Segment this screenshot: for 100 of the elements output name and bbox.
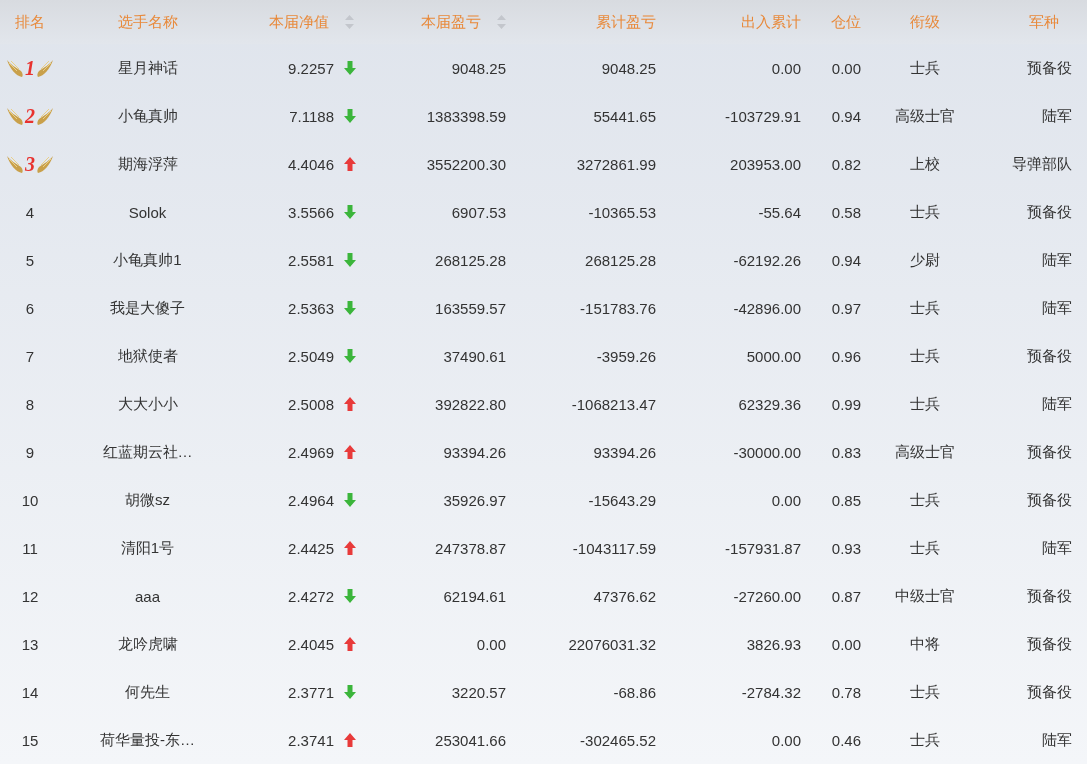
season-profit: 253041.66 <box>435 731 506 749</box>
service-branch: 陆军 <box>1042 298 1072 318</box>
sort-icon[interactable] <box>345 15 354 29</box>
rank-title: 士兵 <box>910 730 940 750</box>
total-profit: -1068213.47 <box>571 395 656 413</box>
position-ratio: 0.96 <box>831 347 861 365</box>
net-flow: 62329.36 <box>738 395 801 413</box>
total-profit: -10365.53 <box>588 203 656 221</box>
net-flow: 203953.00 <box>730 155 801 173</box>
rank-number: 8 <box>25 395 35 413</box>
total-profit: 3272861.99 <box>576 155 656 173</box>
service-branch: 陆军 <box>1042 250 1072 270</box>
position-ratio: 0.00 <box>831 635 861 653</box>
rank-title: 高级士官 <box>895 106 955 126</box>
net-value: 4.4046 <box>288 155 334 173</box>
player-name: 荷华量投-东… <box>100 730 195 750</box>
position-ratio: 0.82 <box>831 155 861 173</box>
net-flow: -62192.26 <box>733 251 801 269</box>
total-profit: -302465.52 <box>580 731 656 749</box>
net-flow: 0.00 <box>771 491 801 509</box>
column-header: 军种 <box>1029 12 1059 32</box>
player-name: 小龟真帅1 <box>113 250 182 270</box>
season-profit: 392822.80 <box>435 395 506 413</box>
rank-number: 11 <box>22 539 38 557</box>
total-profit: -151783.76 <box>580 299 656 317</box>
rank-number: 9 <box>25 443 35 461</box>
rank-title: 士兵 <box>910 346 940 366</box>
player-name: 龙吟虎啸 <box>117 634 178 654</box>
column-header: 选手名称 <box>117 12 178 32</box>
rank-title: 士兵 <box>910 394 940 414</box>
column-header: 仓位 <box>831 12 861 32</box>
season-profit: 9048.25 <box>451 59 506 77</box>
net-value: 3.5566 <box>288 203 334 221</box>
rank-number: 13 <box>21 635 39 653</box>
net-value: 2.4272 <box>288 587 334 605</box>
position-ratio: 0.00 <box>831 59 861 77</box>
column-header: 累计盈亏 <box>596 12 656 32</box>
total-profit: -1043117.59 <box>572 539 656 557</box>
winged-rank-badge: 3 <box>6 152 54 176</box>
season-profit: 37490.61 <box>443 347 506 365</box>
player-name: 地狱使者 <box>117 346 178 366</box>
total-profit: -68.86 <box>613 683 656 701</box>
net-flow: 0.00 <box>771 731 801 749</box>
net-value: 2.3771 <box>288 683 334 701</box>
rank-title: 高级士官 <box>895 442 955 462</box>
rank-title: 士兵 <box>910 298 940 318</box>
season-profit: 3220.57 <box>451 683 506 701</box>
player-name: 小龟真帅 <box>117 106 178 126</box>
rank-number: 6 <box>25 299 35 317</box>
player-name: 星月神话 <box>117 58 178 78</box>
net-flow: -42896.00 <box>733 299 801 317</box>
player-name: 红蓝期云社… <box>102 442 193 462</box>
total-profit: 9048.25 <box>601 59 656 77</box>
total-profit: 47376.62 <box>593 587 656 605</box>
service-branch: 预备役 <box>1027 634 1072 654</box>
net-value: 2.3741 <box>288 731 334 749</box>
rank-title: 士兵 <box>910 58 940 78</box>
winged-rank-badge: 1 <box>6 56 54 80</box>
position-ratio: 0.93 <box>831 539 861 557</box>
net-value: 2.4425 <box>288 539 334 557</box>
season-profit: 93394.26 <box>443 443 506 461</box>
service-branch: 预备役 <box>1027 490 1072 510</box>
rank-title: 上校 <box>910 154 940 174</box>
position-ratio: 0.97 <box>831 299 861 317</box>
rank-title: 中将 <box>910 634 940 654</box>
net-value: 2.5581 <box>288 251 334 269</box>
service-branch: 预备役 <box>1027 442 1072 462</box>
service-branch: 陆军 <box>1042 730 1072 750</box>
net-value: 2.5363 <box>288 299 334 317</box>
net-value: 2.4969 <box>288 443 334 461</box>
sort-icon[interactable] <box>497 15 506 29</box>
net-flow: 3826.93 <box>746 635 801 653</box>
service-branch: 预备役 <box>1027 58 1072 78</box>
rank-number: 4 <box>25 203 35 221</box>
net-flow: -2784.32 <box>741 683 801 701</box>
net-flow: 0.00 <box>771 59 801 77</box>
season-profit: 0.00 <box>476 635 506 653</box>
net-flow: -157931.87 <box>725 539 801 557</box>
service-branch: 导弹部队 <box>1012 154 1072 174</box>
rank-number: 5 <box>25 251 35 269</box>
column-header: 排名 <box>15 12 45 32</box>
position-ratio: 0.94 <box>831 107 861 125</box>
net-value: 2.5008 <box>288 395 334 413</box>
rank-title: 士兵 <box>910 202 940 222</box>
season-profit: 268125.28 <box>435 251 506 269</box>
service-branch: 陆军 <box>1042 538 1072 558</box>
column-header[interactable]: 本届盈亏 <box>421 12 481 32</box>
position-ratio: 0.46 <box>831 731 861 749</box>
rank-number: 15 <box>21 731 39 749</box>
column-header: 衔级 <box>910 12 940 32</box>
total-profit: 22076031.32 <box>568 635 656 653</box>
position-ratio: 0.83 <box>831 443 861 461</box>
rank-title: 士兵 <box>910 682 940 702</box>
season-profit: 62194.61 <box>443 587 506 605</box>
net-flow: -27260.00 <box>733 587 801 605</box>
column-header[interactable]: 本届净值 <box>269 12 329 32</box>
total-profit: -3959.26 <box>596 347 656 365</box>
net-flow: 5000.00 <box>746 347 801 365</box>
player-name: 我是大傻子 <box>110 298 185 318</box>
season-profit: 247378.87 <box>435 539 506 557</box>
